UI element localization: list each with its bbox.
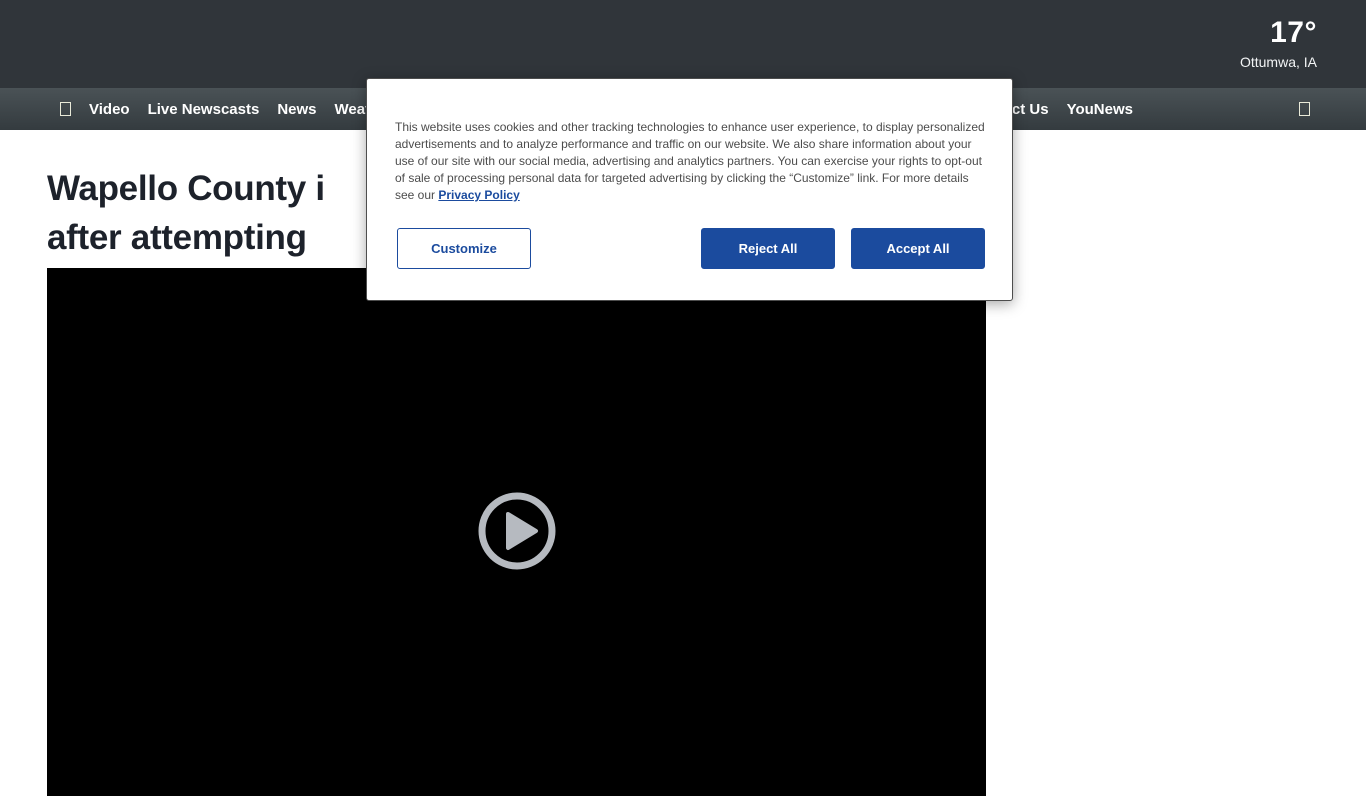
temperature: 17° bbox=[1270, 16, 1317, 49]
menu-icon[interactable] bbox=[60, 102, 71, 116]
reject-all-button[interactable]: Reject All bbox=[701, 228, 835, 269]
headline-line-2: after attempting bbox=[47, 218, 307, 257]
nav-item-younews[interactable]: YouNews bbox=[1067, 101, 1133, 118]
article-headline: Wapello County i after attempting bbox=[47, 164, 325, 262]
cookie-consent-dialog: This website uses cookies and other trac… bbox=[366, 78, 1013, 301]
customize-button[interactable]: Customize bbox=[397, 228, 531, 269]
search-icon[interactable] bbox=[1299, 102, 1310, 116]
cookie-message: This website uses cookies and other trac… bbox=[395, 119, 985, 204]
top-bar: 17° Ottumwa, IA bbox=[0, 0, 1366, 88]
accept-all-button[interactable]: Accept All bbox=[851, 228, 985, 269]
weather-location: Ottumwa, IA bbox=[1239, 54, 1317, 70]
headline-line-1: Wapello County i bbox=[47, 169, 325, 208]
nav-item-news[interactable]: News bbox=[277, 101, 316, 118]
nav-item-live-newscasts[interactable]: Live Newscasts bbox=[148, 101, 260, 118]
video-player[interactable] bbox=[47, 268, 986, 796]
nav-item-video[interactable]: Video bbox=[89, 101, 130, 118]
privacy-policy-link[interactable]: Privacy Policy bbox=[438, 188, 519, 202]
weather-widget[interactable]: 17° Ottumwa, IA bbox=[1240, 16, 1317, 70]
play-icon[interactable] bbox=[475, 489, 559, 573]
